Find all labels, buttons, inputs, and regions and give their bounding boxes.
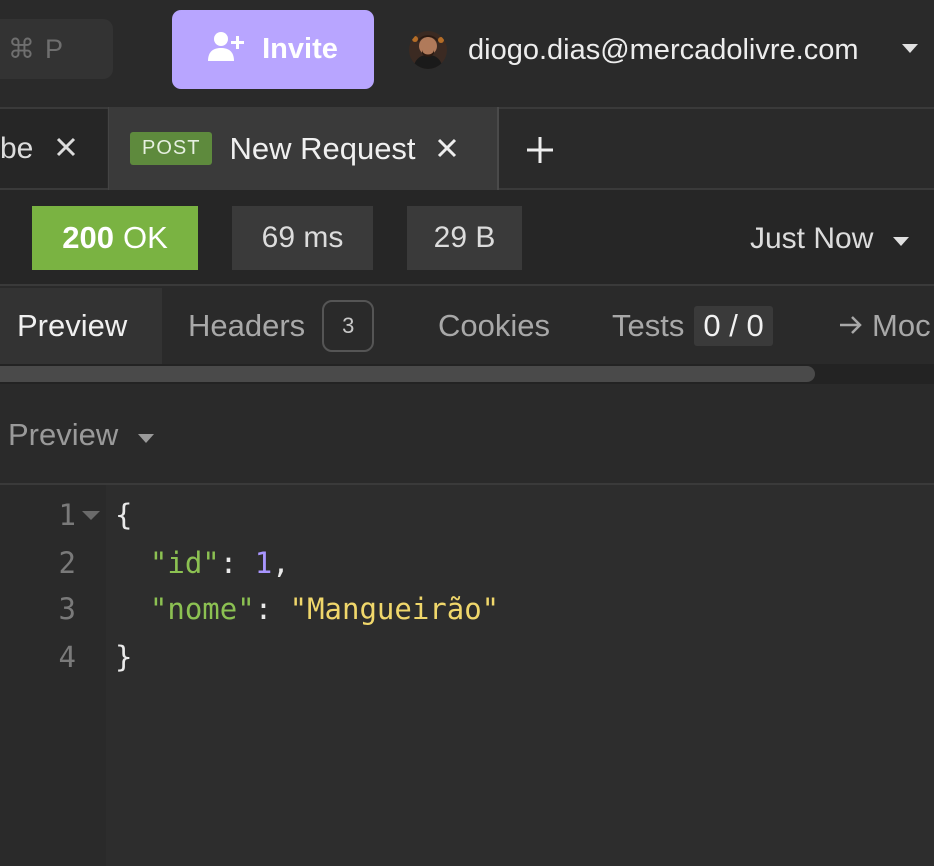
colon: :: [254, 592, 290, 626]
json-key: "id": [149, 546, 220, 580]
avatar[interactable]: [409, 31, 447, 69]
arrow-right-icon: [838, 308, 864, 344]
preview-mode-dropdown[interactable]: Preview: [8, 412, 156, 458]
response-size: 29 B: [407, 206, 522, 270]
json-number: 1: [254, 546, 273, 580]
chevron-down-icon: [891, 222, 911, 256]
code-line: {: [115, 492, 132, 538]
status-badge: 200 OK: [32, 206, 198, 270]
line-number: 1: [58, 498, 76, 532]
brace: {: [115, 498, 133, 532]
tests-count-badge: 0 / 0: [694, 306, 773, 346]
chevron-down-icon[interactable]: [900, 41, 920, 60]
history-dropdown[interactable]: Just Now: [750, 216, 911, 262]
tab-preview[interactable]: Preview: [0, 288, 162, 364]
status-code: 200: [62, 220, 114, 255]
json-string: "Mangueirão": [289, 592, 500, 626]
tab-cookies[interactable]: Cookies: [438, 288, 550, 364]
close-icon[interactable]: [55, 132, 77, 166]
tab-headers-label: Headers: [188, 308, 306, 343]
tab-tests[interactable]: Tests 0 / 0: [612, 288, 773, 364]
request-tab[interactable]: be: [0, 109, 107, 188]
line-number: 3: [58, 592, 76, 626]
close-icon[interactable]: [436, 131, 458, 167]
tab-tests-label: Tests: [612, 308, 685, 343]
plus-icon: [527, 137, 553, 163]
history-label: Just Now: [750, 222, 874, 255]
method-badge: POST: [130, 132, 213, 165]
tab-label: New Request: [229, 130, 416, 166]
shortcut-key: P: [45, 33, 64, 64]
comma: ,: [272, 546, 290, 580]
response-time: 69 ms: [232, 206, 373, 270]
tab-headers[interactable]: Headers 3: [188, 288, 375, 364]
code-line: "id": 1,: [115, 540, 290, 586]
request-tab-active[interactable]: POST New Request: [108, 107, 499, 190]
preview-mode-label: Preview: [8, 417, 119, 452]
json-key: "nome": [149, 592, 255, 626]
user-email[interactable]: diogo.dias@mercadolivre.com: [468, 30, 859, 70]
fold-chevron-icon[interactable]: [80, 508, 102, 527]
code-line: }: [115, 634, 132, 680]
headers-count-badge: 3: [322, 300, 375, 352]
scrollbar-thumb[interactable]: [0, 366, 815, 382]
command-icon: ⌘: [8, 33, 35, 64]
colon: :: [219, 546, 255, 580]
add-user-icon: [208, 30, 246, 70]
line-number: 2: [58, 546, 76, 580]
status-text: OK: [122, 220, 168, 255]
add-tab-button[interactable]: [520, 132, 560, 172]
command-palette-button[interactable]: ⌘ P: [0, 19, 113, 79]
tab-mock-label: Moc: [872, 308, 931, 343]
brace: }: [115, 640, 133, 674]
tab-label: be: [0, 131, 34, 165]
tab-mock[interactable]: Moc: [838, 288, 931, 364]
chevron-down-icon: [136, 417, 156, 453]
invite-label: Invite: [262, 33, 338, 65]
code-line: "nome": "Mangueirão": [115, 586, 499, 632]
invite-button[interactable]: Invite: [172, 10, 374, 89]
line-number: 4: [58, 640, 76, 674]
